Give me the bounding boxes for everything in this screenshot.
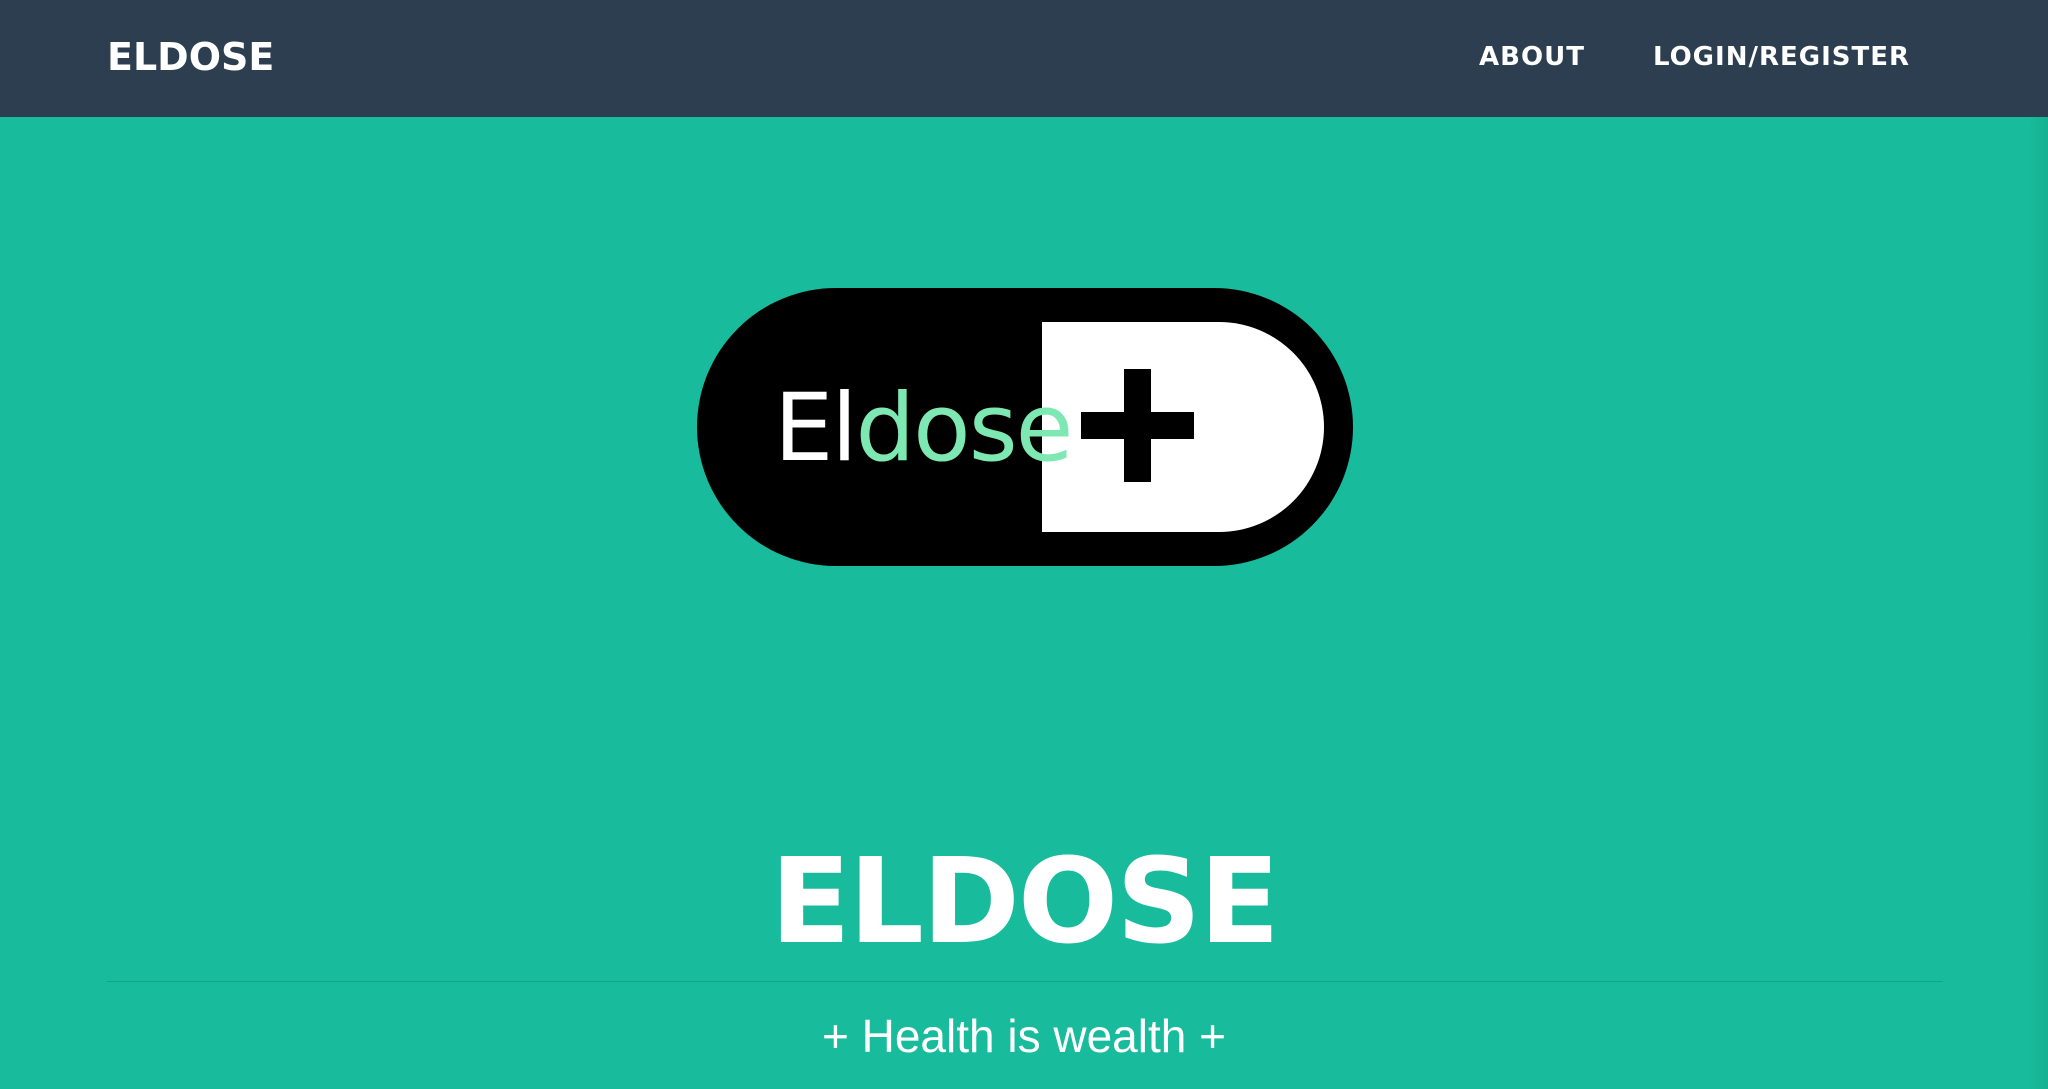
logo-text: Eldose [774,374,1072,483]
eldose-logo: Eldose [697,288,1353,566]
hero-tagline: + Health is wealth + [821,1010,1226,1062]
nav-link-login-register[interactable]: LOGIN/REGISTER [1653,40,1910,74]
logo-text-part1: El [774,374,856,483]
hero-divider [107,981,1943,982]
nav-link-about[interactable]: ABOUT [1479,40,1585,74]
nav-links: ABOUT LOGIN/REGISTER [1479,40,1910,74]
brand-link[interactable]: ELDOSE [107,34,274,80]
logo-text-part2: dose [856,374,1072,483]
hero-title: ELDOSE [770,832,1280,970]
navbar: ELDOSE ABOUT LOGIN/REGISTER [0,0,2048,117]
